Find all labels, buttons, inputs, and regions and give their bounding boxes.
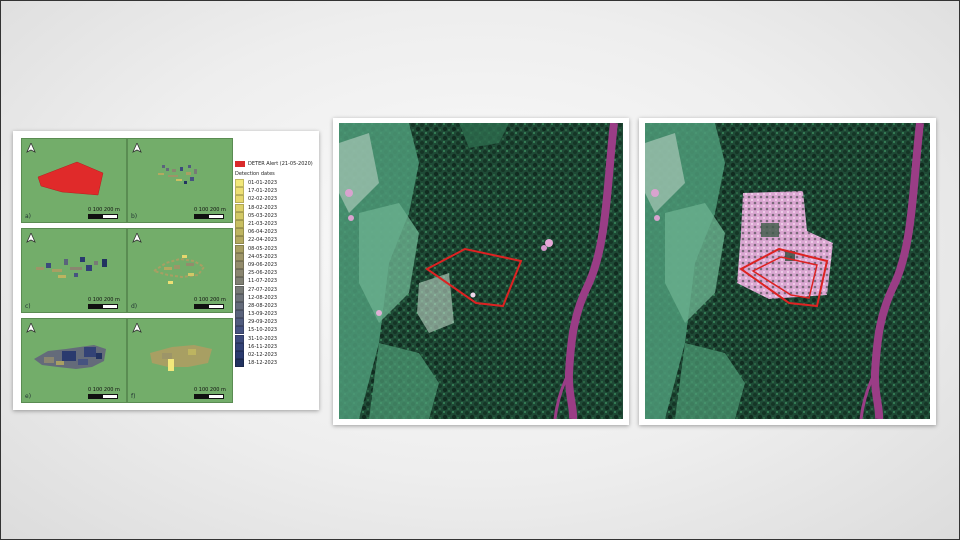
legend-date-label: 28-08-2023 [248, 302, 278, 309]
legend-swatch [235, 228, 244, 237]
legend-date-entry: 08-05-2023 [235, 244, 317, 253]
legend-date-label: 15-10-2023 [248, 327, 278, 334]
legend-date-entry: 18-12-2023 [235, 359, 317, 368]
legend-swatch [235, 359, 244, 368]
legend-swatch [235, 342, 244, 351]
legend-swatch [235, 260, 244, 269]
scale-bar: 0 100 200 m [88, 297, 120, 309]
legend-swatch [235, 310, 244, 319]
legend-date-label: 21-03-2023 [248, 221, 278, 228]
slide: a) 0 100 200 m b) 0 100 200 m c) 0 100 2… [0, 0, 960, 540]
legend-date-entry: 01-01-2023 [235, 179, 317, 188]
legend-date-entry: 11-07-2023 [235, 277, 317, 286]
legend-date-label: 29-09-2023 [248, 319, 278, 326]
legend-date-list: 01-01-2023 17-01-2023 02-02-2023 18-02-2023… [235, 179, 317, 368]
legend-swatch [235, 236, 244, 245]
legend-date-entry: 02-02-2023 [235, 195, 317, 204]
legend-date-entry: 02-12-2023 [235, 351, 317, 360]
legend-date-label: 24-05-2023 [248, 253, 278, 260]
alert-swatch [235, 161, 245, 167]
satellite-after-svg [645, 123, 930, 419]
legend-swatch [235, 301, 244, 310]
map-panel-d: d) 0 100 200 m [127, 228, 233, 313]
legend-swatch [235, 220, 244, 229]
legend-date-entry: 18-02-2023 [235, 203, 317, 212]
legend-date-entry: 13-09-2023 [235, 310, 317, 319]
legend-date-label: 17-01-2023 [248, 188, 278, 195]
legend-swatch [235, 318, 244, 327]
legend-date-entry: 27-07-2023 [235, 285, 317, 294]
legend-swatch [235, 203, 244, 212]
map-panel-c: c) 0 100 200 m [21, 228, 127, 313]
legend-swatch [235, 252, 244, 261]
legend-date-label: 06-04-2023 [248, 229, 278, 236]
legend-swatch [235, 244, 244, 253]
legend-date-entry: 12-08-2023 [235, 293, 317, 302]
satellite-before-svg [339, 123, 623, 419]
legend-swatch [235, 179, 244, 188]
legend-date-label: 08-05-2023 [248, 245, 278, 252]
panel-label: d) [131, 303, 138, 310]
scale-bar: 0 100 200 m [194, 297, 226, 309]
legend-date-entry: 09-06-2023 [235, 260, 317, 269]
map-panel-f: f) 0 100 200 m [127, 318, 233, 403]
legend-swatch [235, 277, 244, 286]
legend-date-label: 01-01-2023 [248, 180, 278, 187]
legend-date-label: 31-10-2023 [248, 335, 278, 342]
panel-label: e) [25, 393, 32, 400]
legend-swatch [235, 285, 244, 294]
legend-date-entry: 06-04-2023 [235, 228, 317, 237]
legend-date-entry: 28-08-2023 [235, 301, 317, 310]
map-panel-e: e) 0 100 200 m [21, 318, 127, 403]
legend-date-label: 02-12-2023 [248, 352, 278, 359]
legend-date-label: 11-07-2023 [248, 278, 278, 285]
legend-swatch [235, 211, 244, 220]
legend-alert-label: DETER Alert (21-05-2020) [248, 161, 313, 167]
panel-label: b) [131, 213, 138, 220]
panel-label: f) [131, 393, 136, 400]
panel-label: a) [25, 213, 32, 220]
scale-bar: 0 100 200 m [194, 207, 226, 219]
legend-date-entry: 17-01-2023 [235, 187, 317, 196]
legend-date-label: 18-02-2023 [248, 204, 278, 211]
map-panel-a: a) 0 100 200 m [21, 138, 127, 223]
legend-alert-entry: DETER Alert (21-05-2020) [235, 161, 317, 167]
legend-date-entry: 22-04-2023 [235, 236, 317, 245]
legend-swatch [235, 351, 244, 360]
scale-bar: 0 100 200 m [88, 207, 120, 219]
legend-date-entry: 21-03-2023 [235, 220, 317, 229]
legend-date-entry: 25-06-2023 [235, 269, 317, 278]
legend-date-label: 12-08-2023 [248, 294, 278, 301]
detection-figure: a) 0 100 200 m b) 0 100 200 m c) 0 100 2… [13, 131, 319, 410]
legend-date-entry: 29-09-2023 [235, 318, 317, 327]
legend-swatch [235, 187, 244, 196]
legend-date-entry: 24-05-2023 [235, 252, 317, 261]
legend-date-label: 13-09-2023 [248, 311, 278, 318]
legend-date-entry: 16-11-2023 [235, 342, 317, 351]
satellite-image-after [639, 118, 936, 425]
scale-bar: 0 100 200 m [194, 387, 226, 399]
legend-date-label: 16-11-2023 [248, 343, 278, 350]
scale-bar: 0 100 200 m [88, 387, 120, 399]
legend-swatch [235, 326, 244, 335]
legend-date-entry: 15-10-2023 [235, 326, 317, 335]
legend-swatch [235, 293, 244, 302]
legend-date-label: 18-12-2023 [248, 360, 278, 367]
legend-date-label: 09-06-2023 [248, 261, 278, 268]
legend-swatch [235, 334, 244, 343]
satellite-image-before [333, 118, 629, 425]
legend: DETER Alert (21-05-2020) Detection dates… [235, 161, 317, 368]
legend-date-label: 27-07-2023 [248, 286, 278, 293]
legend-swatch [235, 195, 244, 204]
panel-label: c) [25, 303, 31, 310]
legend-date-label: 25-06-2023 [248, 270, 278, 277]
legend-date-label: 22-04-2023 [248, 237, 278, 244]
legend-title: Detection dates [235, 171, 275, 177]
legend-date-label: 02-02-2023 [248, 196, 278, 203]
legend-date-entry: 05-03-2023 [235, 211, 317, 220]
legend-date-label: 05-03-2023 [248, 212, 278, 219]
legend-swatch [235, 269, 244, 278]
legend-date-entry: 31-10-2023 [235, 334, 317, 343]
map-panel-b: b) 0 100 200 m [127, 138, 233, 223]
